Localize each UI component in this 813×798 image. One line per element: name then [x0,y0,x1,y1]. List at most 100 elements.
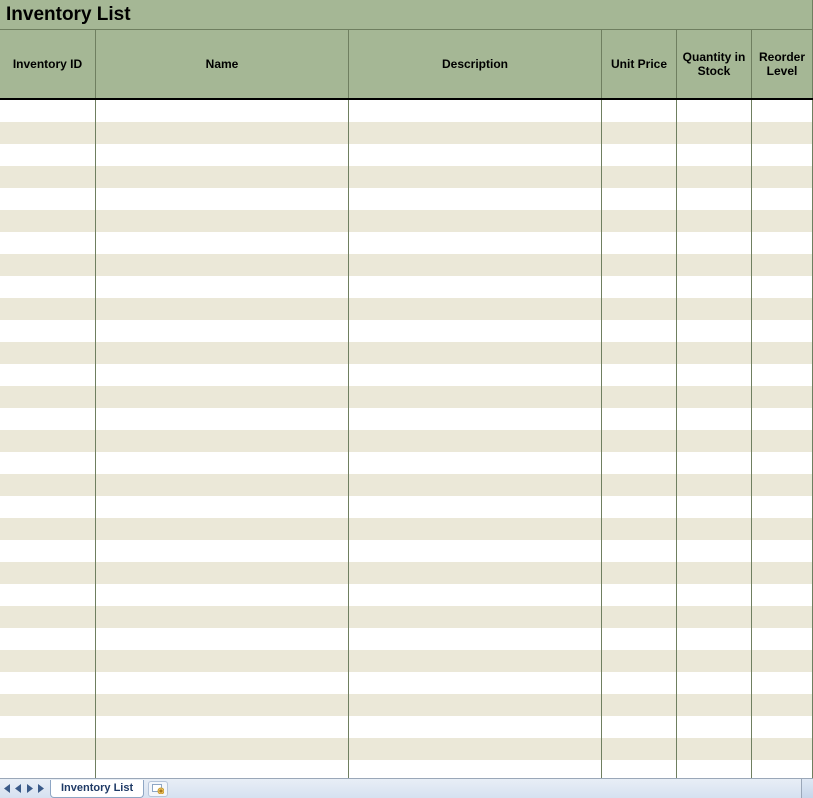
table-row[interactable] [0,474,813,496]
table-cell[interactable] [602,518,677,540]
table-cell[interactable] [0,100,96,122]
table-cell[interactable] [677,122,752,144]
table-cell[interactable] [752,452,813,474]
table-cell[interactable] [602,144,677,166]
table-cell[interactable] [96,474,349,496]
table-cell[interactable] [602,386,677,408]
table-cell[interactable] [96,518,349,540]
table-cell[interactable] [752,254,813,276]
table-cell[interactable] [677,474,752,496]
table-cell[interactable] [0,518,96,540]
table-cell[interactable] [349,716,602,738]
table-cell[interactable] [602,672,677,694]
table-cell[interactable] [752,386,813,408]
table-row[interactable] [0,716,813,738]
table-cell[interactable] [677,232,752,254]
table-cell[interactable] [0,474,96,496]
sheet-nav-last-icon[interactable] [36,780,48,798]
table-cell[interactable] [677,452,752,474]
table-row[interactable] [0,210,813,232]
table-cell[interactable] [0,606,96,628]
table-row[interactable] [0,694,813,716]
table-row[interactable] [0,364,813,386]
table-cell[interactable] [96,364,349,386]
table-cell[interactable] [602,496,677,518]
table-cell[interactable] [96,166,349,188]
table-cell[interactable] [96,606,349,628]
table-cell[interactable] [349,122,602,144]
table-row[interactable] [0,408,813,430]
table-cell[interactable] [96,716,349,738]
table-cell[interactable] [0,650,96,672]
table-cell[interactable] [96,562,349,584]
table-cell[interactable] [602,716,677,738]
header-quantity-in-stock[interactable]: Quantity in Stock [677,30,752,98]
table-cell[interactable] [602,298,677,320]
table-cell[interactable] [752,122,813,144]
table-row[interactable] [0,166,813,188]
table-cell[interactable] [349,408,602,430]
table-cell[interactable] [602,650,677,672]
table-row[interactable] [0,276,813,298]
table-cell[interactable] [349,188,602,210]
table-cell[interactable] [752,606,813,628]
new-sheet-button[interactable] [148,781,168,797]
sheet-tab-inventory-list[interactable]: Inventory List [50,780,144,798]
table-cell[interactable] [349,430,602,452]
table-cell[interactable] [752,188,813,210]
table-cell[interactable] [602,320,677,342]
table-cell[interactable] [0,628,96,650]
table-cell[interactable] [96,408,349,430]
table-cell[interactable] [96,254,349,276]
table-row[interactable] [0,100,813,122]
table-cell[interactable] [752,320,813,342]
table-cell[interactable] [602,452,677,474]
table-cell[interactable] [349,210,602,232]
table-cell[interactable] [349,584,602,606]
table-row[interactable] [0,144,813,166]
table-cell[interactable] [752,408,813,430]
table-cell[interactable] [96,188,349,210]
table-cell[interactable] [0,540,96,562]
table-cell[interactable] [0,408,96,430]
table-row[interactable] [0,430,813,452]
table-cell[interactable] [752,628,813,650]
table-cell[interactable] [602,738,677,760]
table-cell[interactable] [752,166,813,188]
table-cell[interactable] [677,496,752,518]
sheet-nav-next-icon[interactable] [24,780,36,798]
table-cell[interactable] [602,364,677,386]
table-cell[interactable] [677,606,752,628]
table-cell[interactable] [752,232,813,254]
table-cell[interactable] [0,430,96,452]
table-cell[interactable] [677,408,752,430]
table-cell[interactable] [349,474,602,496]
table-cell[interactable] [0,144,96,166]
table-cell[interactable] [96,584,349,606]
table-cell[interactable] [752,210,813,232]
table-cell[interactable] [349,628,602,650]
table-cell[interactable] [602,694,677,716]
table-cell[interactable] [752,562,813,584]
table-cell[interactable] [602,188,677,210]
table-cell[interactable] [752,518,813,540]
table-row[interactable] [0,342,813,364]
table-cell[interactable] [0,364,96,386]
table-row[interactable] [0,606,813,628]
table-cell[interactable] [349,276,602,298]
table-cell[interactable] [677,364,752,386]
table-cell[interactable] [349,496,602,518]
table-cell[interactable] [96,672,349,694]
table-cell[interactable] [677,144,752,166]
table-cell[interactable] [752,496,813,518]
table-cell[interactable] [677,672,752,694]
table-cell[interactable] [0,496,96,518]
table-cell[interactable] [602,584,677,606]
table-cell[interactable] [0,694,96,716]
table-cell[interactable] [96,430,349,452]
table-row[interactable] [0,496,813,518]
table-cell[interactable] [349,562,602,584]
table-cell[interactable] [752,100,813,122]
table-cell[interactable] [349,342,602,364]
table-cell[interactable] [677,430,752,452]
